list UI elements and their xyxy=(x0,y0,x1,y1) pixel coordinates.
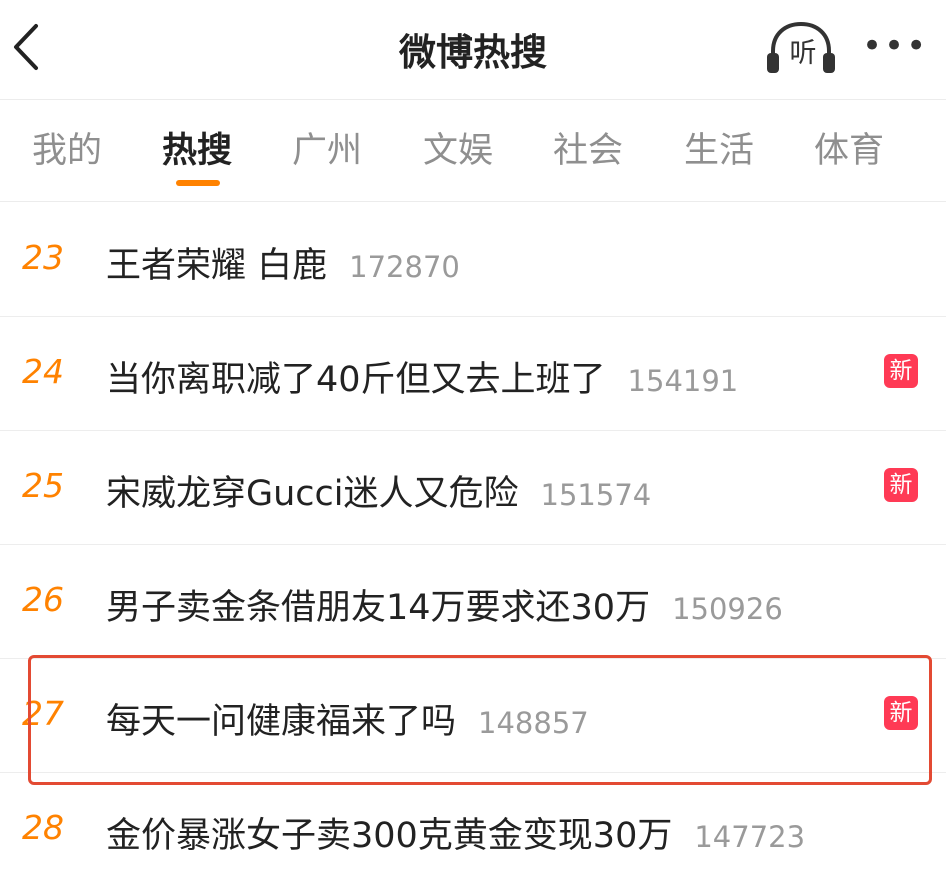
hot-search-row[interactable]: 28 金价暴涨女子卖300克黄金变现30万 147723 xyxy=(0,772,946,886)
hot-search-row[interactable]: 27 每天一问健康福来了吗 148857 新 xyxy=(0,658,946,773)
rank-number: 25 xyxy=(22,466,64,505)
topic-title[interactable]: 每天一问健康福来了吗 xyxy=(106,702,456,742)
tab-entertainment[interactable]: 文娱 xyxy=(423,122,493,173)
new-badge: 新 xyxy=(884,468,918,502)
more-button[interactable]: ••• xyxy=(862,27,926,65)
active-tab-indicator xyxy=(176,180,220,186)
listen-label: 听 xyxy=(789,38,817,69)
heat-count: 154191 xyxy=(627,364,739,398)
heat-count: 147723 xyxy=(694,820,806,854)
rank-number: 26 xyxy=(22,580,64,619)
more-dots-icon: ••• xyxy=(862,26,929,66)
tab-mine[interactable]: 我的 xyxy=(32,122,102,173)
rank-number: 23 xyxy=(22,238,64,277)
top-bar: 微博热搜 听 ••• xyxy=(0,0,946,100)
heat-count: 148857 xyxy=(478,706,589,740)
heat-count: 151574 xyxy=(540,478,652,512)
tab-life[interactable]: 生活 xyxy=(684,122,754,173)
heat-count: 172870 xyxy=(349,250,460,284)
tab-society[interactable]: 社会 xyxy=(553,122,623,173)
category-tabs: 我的 热搜 广州 文娱 社会 生活 体育 xyxy=(0,100,946,202)
tab-guangzhou[interactable]: 广州 xyxy=(292,122,362,173)
rank-number: 28 xyxy=(22,808,64,847)
tab-hot-search[interactable]: 热搜 xyxy=(162,122,232,173)
topic-title[interactable]: 王者荣耀 白鹿 xyxy=(106,246,327,286)
new-badge: 新 xyxy=(884,696,918,730)
hot-search-row[interactable]: 24 当你离职减了40斤但又去上班了 154191 新 xyxy=(0,316,946,431)
hot-search-row[interactable]: 26 男子卖金条借朋友14万要求还30万 150926 xyxy=(0,544,946,659)
topic-title[interactable]: 当你离职减了40斤但又去上班了 xyxy=(106,360,606,400)
heat-count: 150926 xyxy=(672,592,783,626)
rank-number: 24 xyxy=(22,352,64,391)
listen-button[interactable]: 听 xyxy=(764,20,838,76)
topic-title[interactable]: 宋威龙穿Gucci迷人又危险 xyxy=(106,474,519,514)
tab-sports[interactable]: 体育 xyxy=(814,122,884,173)
hot-search-row[interactable]: 23 王者荣耀 白鹿 172870 xyxy=(0,202,946,317)
rank-number: 27 xyxy=(22,694,64,733)
hot-search-row[interactable]: 25 宋威龙穿Gucci迷人又危险 151574 新 xyxy=(0,430,946,545)
topic-title[interactable]: 金价暴涨女子卖300克黄金变现30万 xyxy=(106,816,672,856)
topic-title[interactable]: 男子卖金条借朋友14万要求还30万 xyxy=(106,588,650,628)
new-badge: 新 xyxy=(884,354,918,388)
